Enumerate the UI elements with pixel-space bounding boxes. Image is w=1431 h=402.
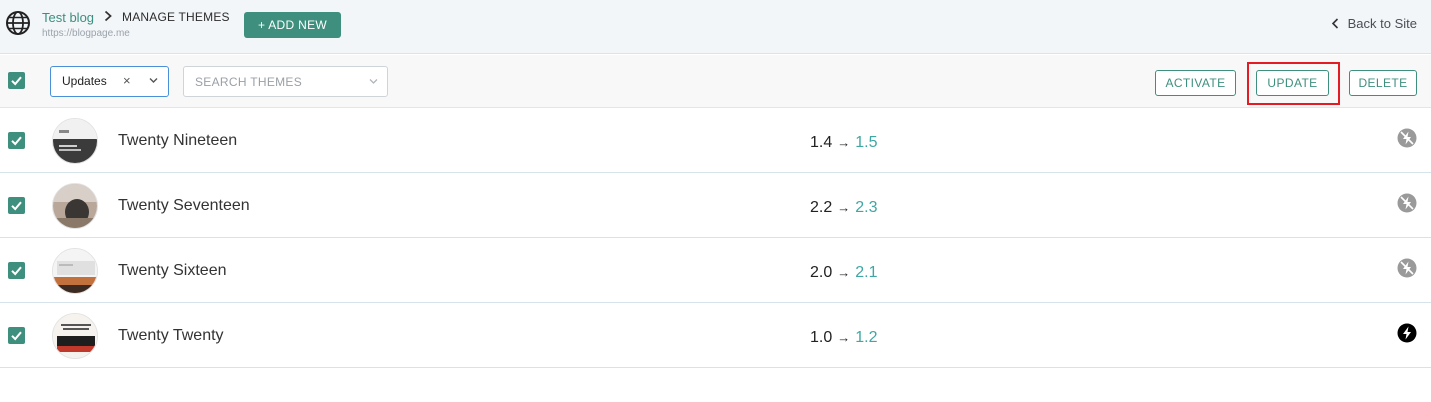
delete-button[interactable]: DELETE xyxy=(1349,70,1417,96)
arrow-right-icon: → xyxy=(837,200,851,215)
check-icon xyxy=(11,201,22,211)
current-version: 1.4 xyxy=(810,134,833,151)
theme-thumbnail xyxy=(52,183,98,229)
row-checkbox[interactable] xyxy=(8,132,25,149)
theme-name: Twenty Seventeen xyxy=(118,197,250,214)
add-new-button[interactable]: + ADD NEW xyxy=(244,12,341,38)
theme-row: Twenty Nineteen 1.4 → 1.5 xyxy=(0,108,1431,173)
arrow-right-icon: → xyxy=(837,135,851,150)
clear-filter-icon[interactable]: × xyxy=(123,73,131,88)
version-change: 1.4 → 1.5 xyxy=(810,134,878,152)
update-button[interactable]: UPDATE xyxy=(1256,70,1329,96)
search-themes-select[interactable]: SEARCH THEMES xyxy=(183,66,388,97)
theme-name: Twenty Sixteen xyxy=(118,262,227,279)
status-filter-select[interactable]: Updates × xyxy=(50,66,169,97)
lightning-icon[interactable] xyxy=(1397,323,1417,343)
chevron-down-icon[interactable] xyxy=(369,78,378,85)
new-version: 1.2 xyxy=(855,329,878,346)
arrow-right-icon: → xyxy=(837,330,851,345)
current-version: 2.0 xyxy=(810,264,833,281)
theme-row: Twenty Twenty 1.0 → 1.2 xyxy=(0,303,1431,368)
lightning-off-icon[interactable] xyxy=(1397,128,1417,148)
check-icon xyxy=(11,136,22,146)
new-version: 2.3 xyxy=(855,199,878,216)
row-checkbox[interactable] xyxy=(8,327,25,344)
arrow-right-icon: → xyxy=(837,265,851,280)
version-change: 1.0 → 1.2 xyxy=(810,329,878,347)
version-change: 2.2 → 2.3 xyxy=(810,199,878,217)
new-version: 1.5 xyxy=(855,134,878,151)
current-version: 1.0 xyxy=(810,329,833,346)
theme-row: Twenty Sixteen 2.0 → 2.1 xyxy=(0,238,1431,303)
row-checkbox[interactable] xyxy=(8,262,25,279)
site-url: https://blogpage.me xyxy=(42,28,130,39)
select-all-checkbox[interactable] xyxy=(8,72,25,89)
check-icon xyxy=(11,76,22,86)
activate-button[interactable]: ACTIVATE xyxy=(1155,70,1236,96)
chevron-left-icon xyxy=(1331,18,1338,29)
back-to-site-link[interactable]: Back to Site xyxy=(1331,16,1417,31)
check-icon xyxy=(11,266,22,276)
lightning-off-icon[interactable] xyxy=(1397,258,1417,278)
search-placeholder: SEARCH THEMES xyxy=(195,75,303,89)
version-change: 2.0 → 2.1 xyxy=(810,264,878,282)
theme-name: Twenty Twenty xyxy=(118,327,224,344)
check-icon xyxy=(11,331,22,341)
back-to-site-label: Back to Site xyxy=(1347,16,1417,31)
breadcrumb-site-link[interactable]: Test blog xyxy=(42,10,94,25)
globe-icon xyxy=(6,11,30,35)
lightning-off-icon[interactable] xyxy=(1397,193,1417,213)
page-title: MANAGE THEMES xyxy=(122,10,230,24)
theme-thumbnail xyxy=(52,118,98,164)
theme-name: Twenty Nineteen xyxy=(118,132,238,149)
chevron-right-icon xyxy=(104,10,112,22)
new-version: 2.1 xyxy=(855,264,878,281)
chevron-down-icon[interactable] xyxy=(149,77,158,84)
theme-thumbnail xyxy=(52,313,98,359)
filter-value: Updates xyxy=(62,74,107,88)
bulk-toolbar: Updates × SEARCH THEMES ACTIVATE UPDATE … xyxy=(0,55,1431,108)
current-version: 2.2 xyxy=(810,199,833,216)
theme-thumbnail xyxy=(52,248,98,294)
row-checkbox[interactable] xyxy=(8,197,25,214)
theme-row: Twenty Seventeen 2.2 → 2.3 xyxy=(0,173,1431,238)
top-header: Test blog MANAGE THEMES https://blogpage… xyxy=(0,0,1431,54)
